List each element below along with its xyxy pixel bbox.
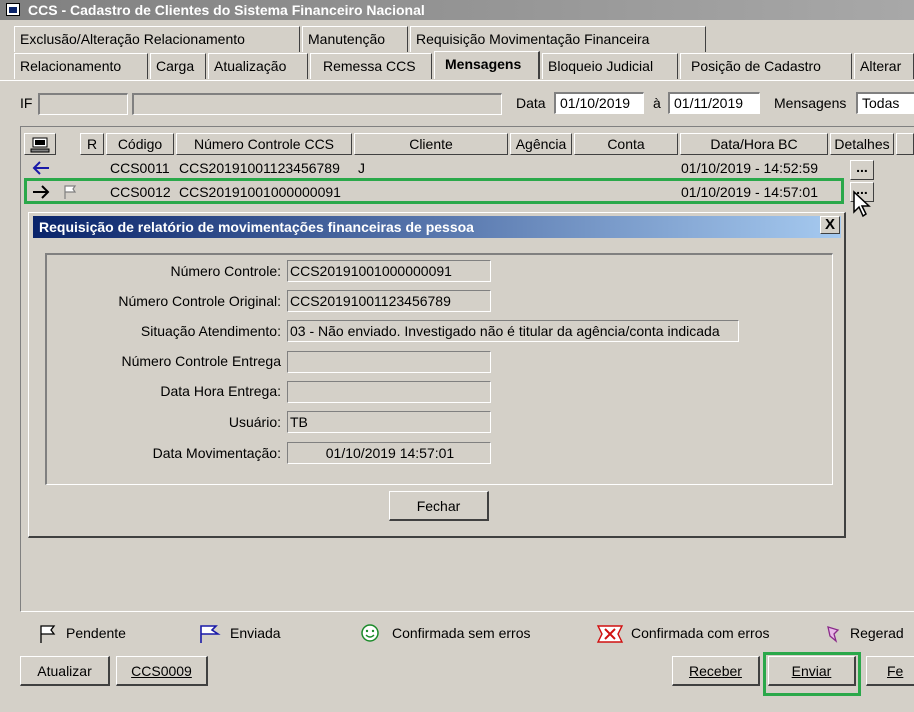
date-to-field[interactable]: 01/11/2019 <box>668 92 760 114</box>
details-button[interactable]: ... <box>850 160 874 180</box>
header-r[interactable]: R <box>80 133 104 155</box>
receber-button[interactable]: Receber <box>672 656 760 686</box>
arrow-left-icon <box>32 161 49 175</box>
cell-datahora: 01/10/2019 - 14:52:59 <box>681 160 819 176</box>
fechar-button[interactable]: Fe <box>866 656 914 686</box>
data-hora-entrega-label: Data Hora Entrega: <box>160 383 281 399</box>
usuario-value: TB <box>287 411 491 433</box>
tab-manutencao[interactable]: Manutenção <box>302 26 408 52</box>
date-to-separator: à <box>653 95 661 111</box>
cell-codigo: CCS0011 <box>110 160 170 176</box>
tab-requisicao-movimentacao[interactable]: Requisição Movimentação Financeira <box>410 26 706 52</box>
header-cliente[interactable]: Cliente <box>354 133 508 155</box>
tab-posicao-cadastro[interactable]: Posição de Cadastro <box>680 53 852 79</box>
numero-controle-entrega-value <box>287 351 491 373</box>
legend-label: Confirmada com erros <box>631 625 770 641</box>
if-code-field[interactable] <box>38 93 128 115</box>
header-numero-controle[interactable]: Número Controle CCS <box>176 133 352 155</box>
header-direction-col[interactable] <box>24 133 56 155</box>
dialog-title-text: Requisição de relatório de movimentações… <box>39 219 474 235</box>
header-agencia[interactable]: Agência <box>510 133 572 155</box>
numero-controle-entrega-label: Número Controle Entrega <box>121 353 281 369</box>
header-codigo[interactable]: Código <box>106 133 174 155</box>
smiley-icon <box>361 624 379 642</box>
dialog-title: Requisição de relatório de movimentações… <box>33 216 841 238</box>
pending-flag-icon <box>40 625 56 643</box>
sent-flag-icon <box>200 625 221 643</box>
error-x-icon <box>596 625 624 643</box>
mouse-cursor-icon <box>853 190 871 218</box>
tab-carga[interactable]: Carga <box>150 53 206 79</box>
tab-relacionamento[interactable]: Relacionamento <box>14 53 148 79</box>
if-name-field[interactable] <box>132 93 502 115</box>
data-movimentacao-label: Data Movimentação: <box>152 445 281 461</box>
ccs0009-button[interactable]: CCS0009 <box>116 656 208 686</box>
window-title-bar: CCS - Cadastro de Clientes do Sistema Fi… <box>0 0 914 20</box>
header-detalhes[interactable]: Detalhes <box>830 133 894 155</box>
tab-bloqueio-judicial[interactable]: Bloqueio Judicial <box>542 53 678 79</box>
mensagens-select[interactable]: Todas <box>856 92 914 114</box>
mensagens-label: Mensagens <box>774 95 847 111</box>
data-label: Data <box>516 95 546 111</box>
enviar-highlight-box <box>763 652 861 696</box>
cell-numero: CCS20191001123456789 <box>179 160 340 176</box>
atualizar-button[interactable]: Atualizar <box>20 656 110 686</box>
header-extra <box>896 133 914 155</box>
header-datahora[interactable]: Data/Hora BC <box>680 133 828 155</box>
date-from-field[interactable]: 01/10/2019 <box>554 92 644 114</box>
table-row[interactable]: CCS0011 CCS20191001123456789 J 01/10/201… <box>24 157 844 179</box>
data-hora-entrega-value <box>287 381 491 403</box>
if-label: IF <box>20 95 33 111</box>
numero-controle-original-value: CCS20191001123456789 <box>287 290 491 312</box>
header-conta[interactable]: Conta <box>574 133 678 155</box>
tab-alterar[interactable]: Alterar <box>854 53 914 79</box>
legend-label: Pendente <box>66 625 126 641</box>
row-highlight-box <box>24 178 844 204</box>
tab-baseline <box>0 80 914 81</box>
computer-icon <box>30 137 50 153</box>
legend-label: Confirmada sem erros <box>392 625 531 641</box>
cell-cliente: J <box>358 160 365 176</box>
regenerated-icon <box>827 626 840 643</box>
window-title: CCS - Cadastro de Clientes do Sistema Fi… <box>28 2 425 18</box>
legend-label: Enviada <box>230 625 281 641</box>
usuario-label: Usuário: <box>228 414 281 430</box>
app-icon <box>6 3 20 16</box>
tab-mensagens[interactable]: Mensagens <box>434 51 540 79</box>
fechar-dialog-button[interactable]: Fechar <box>389 491 489 521</box>
tab-atualizacao[interactable]: Atualização <box>208 53 308 79</box>
legend-label: Regerad <box>850 625 904 641</box>
numero-controle-value: CCS20191001000000091 <box>287 260 491 282</box>
dialog-close-button[interactable]: X <box>820 216 840 234</box>
tab-remessa-ccs[interactable]: Remessa CCS <box>310 53 432 79</box>
tab-exclusao-alteracao[interactable]: Exclusão/Alteração Relacionamento <box>14 26 300 52</box>
data-movimentacao-value: 01/10/2019 14:57:01 <box>287 442 491 464</box>
situacao-atendimento-value: 03 - Não enviado. Investigado não é titu… <box>287 320 739 342</box>
situacao-atendimento-label: Situação Atendimento: <box>140 323 281 339</box>
dialog-panel: Número Controle: CCS20191001000000091 Nú… <box>45 253 833 485</box>
numero-controle-original-label: Número Controle Original: <box>118 293 281 309</box>
details-dialog: Requisição de relatório de movimentações… <box>28 212 846 538</box>
numero-controle-label: Número Controle: <box>170 263 282 279</box>
